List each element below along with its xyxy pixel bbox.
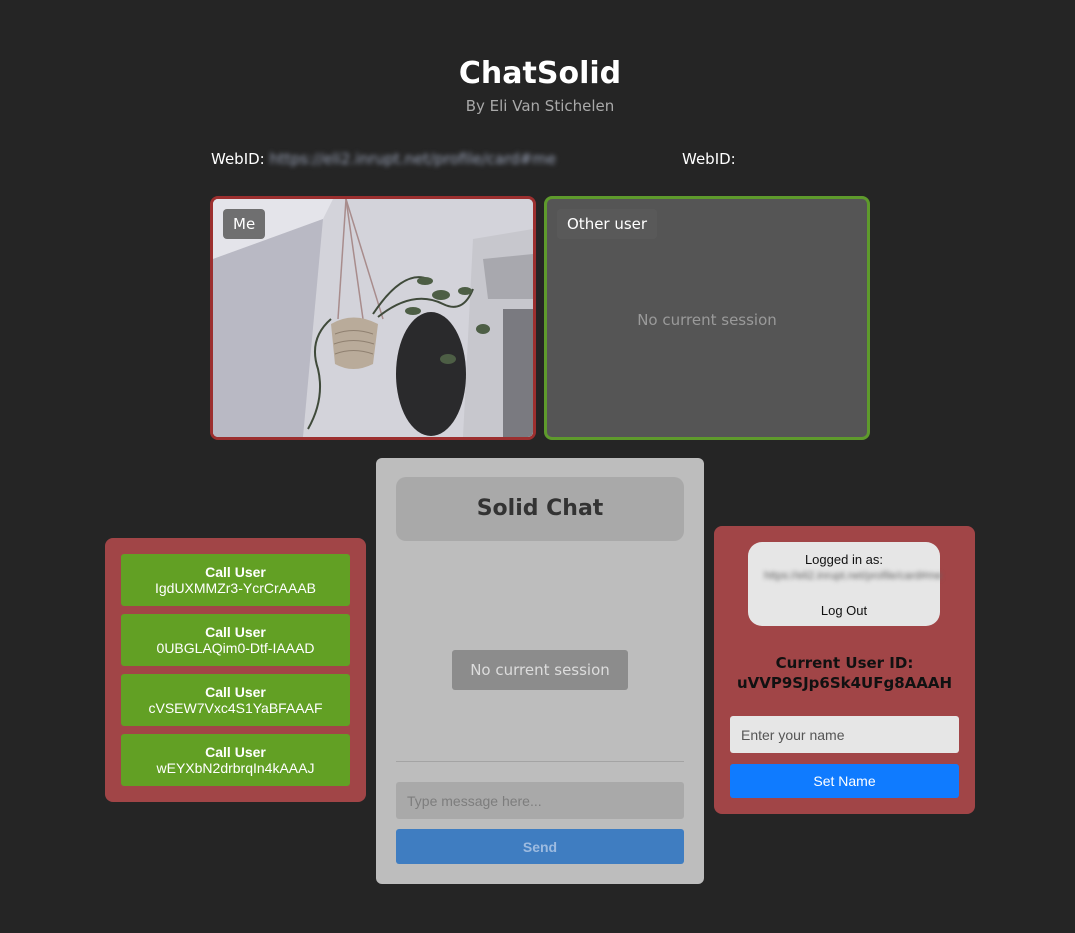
call-button-user-id: cVSEW7Vxc4S1YaBFAAAF xyxy=(148,700,323,716)
call-user-panel: Call User IgdUXMMZr3-YcrCrAAAB Call User… xyxy=(105,538,366,802)
app-subtitle: By Eli Van Stichelen xyxy=(465,97,615,115)
video-tag-me: Me xyxy=(223,209,266,239)
call-button-label: Call User xyxy=(205,684,266,700)
call-button-user-id: 0UBGLAQim0-Dtf-IAAAD xyxy=(156,640,315,656)
profile-panel: Logged in as: https://eli2.inrupt.net/pr… xyxy=(714,526,975,814)
set-name-button[interactable]: Set Name xyxy=(730,764,959,798)
webid-label: WebID: xyxy=(211,150,265,168)
logged-in-label: Logged in as: xyxy=(804,552,884,567)
current-user-id: Current User ID: uVVP9SJp6Sk4UFg8AAAH xyxy=(714,653,975,693)
current-user-id-label: Current User ID: xyxy=(775,654,914,672)
webid-value: https://eli2.inrupt.net/profile/card#me xyxy=(269,150,557,168)
chat-panel: Solid Chat No current session Send xyxy=(376,458,704,884)
call-button-label: Call User xyxy=(205,744,266,760)
chat-divider xyxy=(396,761,684,762)
call-user-button[interactable]: Call User cVSEW7Vxc4S1YaBFAAAF xyxy=(121,674,350,726)
send-button[interactable]: Send xyxy=(396,829,684,864)
message-input[interactable] xyxy=(396,782,684,819)
page: ChatSolid By Eli Van Stichelen WebID: ht… xyxy=(0,0,1075,933)
other-webid: WebID: xyxy=(682,150,736,168)
chat-title: Solid Chat xyxy=(396,477,684,541)
call-user-button[interactable]: Call User 0UBGLAQim0-Dtf-IAAAD xyxy=(121,614,350,666)
current-user-id-value: uVVP9SJp6Sk4UFg8AAAH xyxy=(736,674,953,692)
video-status: No current session xyxy=(637,311,777,329)
call-user-button[interactable]: Call User wEYXbN2drbrqIn4kAAAJ xyxy=(121,734,350,786)
call-user-button[interactable]: Call User IgdUXMMZr3-YcrCrAAAB xyxy=(121,554,350,606)
logout-link[interactable]: Log Out xyxy=(748,603,940,618)
chat-status: No current session xyxy=(452,650,628,690)
my-webid: WebID: https://eli2.inrupt.net/profile/c… xyxy=(211,150,556,168)
login-card: Logged in as: https://eli2.inrupt.net/pr… xyxy=(748,542,942,626)
call-button-user-id: IgdUXMMZr3-YcrCrAAAB xyxy=(154,580,317,596)
other-user-video: Other user No current session xyxy=(544,196,870,440)
webid-label: WebID: xyxy=(682,150,736,168)
video-tag-other: Other user xyxy=(557,209,658,239)
call-button-user-id: wEYXbN2drbrqIn4kAAAJ xyxy=(156,760,315,776)
call-button-label: Call User xyxy=(205,564,266,580)
my-video: Me xyxy=(210,196,536,440)
name-input[interactable] xyxy=(730,716,959,753)
call-button-label: Call User xyxy=(205,624,266,640)
app-title: ChatSolid xyxy=(458,56,622,91)
logged-in-webid: https://eli2.inrupt.net/profile/card#me xyxy=(764,570,942,582)
